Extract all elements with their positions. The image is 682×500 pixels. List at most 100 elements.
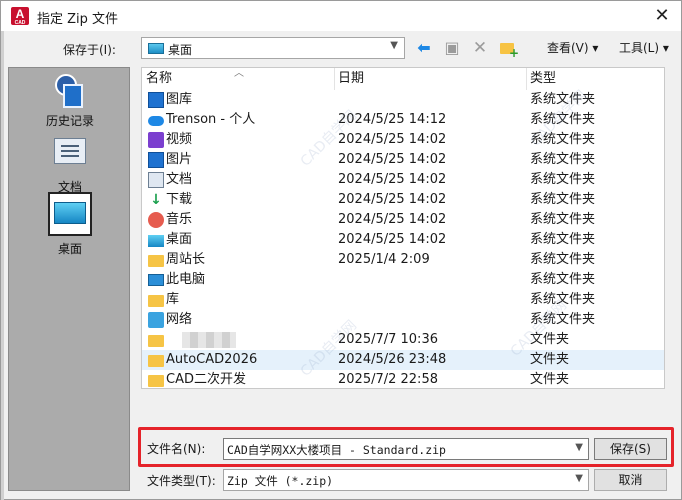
app-icon-sub: CAD: [14, 20, 26, 26]
desktop-icon: [54, 202, 86, 224]
computer-icon: [148, 274, 164, 286]
window-title: 指定 Zip 文件: [37, 12, 119, 27]
chevron-down-icon[interactable]: ▼: [575, 442, 583, 453]
filetype-select[interactable]: Zip 文件 (*.zip) ▼: [223, 469, 589, 491]
back-arrow-icon[interactable]: ⬅: [415, 39, 433, 57]
document-icon: [148, 172, 164, 188]
save-in-label: 保存于(I):: [63, 43, 116, 57]
new-folder-icon[interactable]: +: [499, 39, 520, 60]
item-name: 桌面: [166, 232, 193, 247]
redacted-name: [182, 332, 236, 348]
place-history[interactable]: 历史记录: [9, 74, 131, 129]
list-item[interactable]: ↓ 下载 2024/5/25 14:02 系统文件夹: [142, 190, 664, 210]
list-item[interactable]: 音乐 2024/5/25 14:02 系统文件夹: [142, 210, 664, 230]
list-item[interactable]: 文档 2024/5/25 14:02 系统文件夹: [142, 170, 664, 190]
list-item[interactable]: 图片 2024/5/25 14:02 系统文件夹: [142, 150, 664, 170]
gallery-icon: [148, 92, 164, 108]
folder-icon: [148, 255, 164, 267]
list-item[interactable]: 周站长 2025/1/4 2:09 系统文件夹: [142, 250, 664, 270]
item-date: 2024/5/25 14:02: [338, 172, 447, 187]
item-type: 系统文件夹: [530, 252, 596, 267]
list-item[interactable]: 此电脑 系统文件夹: [142, 270, 664, 290]
chevron-down-icon: ▾: [662, 41, 669, 55]
title-bar: A CAD 指定 Zip 文件 ✕: [1, 1, 681, 31]
item-type: 系统文件夹: [530, 232, 596, 247]
library-icon: [148, 295, 164, 307]
column-separator[interactable]: [526, 68, 527, 90]
place-desktop[interactable]: 桌面: [9, 192, 131, 257]
item-type: 系统文件夹: [530, 312, 596, 327]
item-type: 文件夹: [530, 332, 570, 347]
folder-icon: [148, 375, 164, 387]
item-type: 系统文件夹: [530, 112, 596, 127]
list-item[interactable]: 库 系统文件夹: [142, 290, 664, 310]
list-item[interactable]: Trenson - 个人 2024/5/25 14:12 系统文件夹: [142, 110, 664, 130]
list-item[interactable]: 网络 系统文件夹: [142, 310, 664, 330]
place-label: 历史记录: [45, 114, 94, 128]
item-date: 2025/1/4 2:09: [338, 252, 430, 267]
list-item[interactable]: 桌面 2024/5/25 14:02 系统文件夹: [142, 230, 664, 250]
column-header-type[interactable]: 类型: [530, 68, 556, 90]
filename-input[interactable]: CAD自学网XX大楼项目 - Standard.zip ▼: [223, 438, 589, 460]
item-date: 2024/5/25 14:12: [338, 112, 447, 127]
item-type: 系统文件夹: [530, 152, 596, 167]
place-label: 桌面: [57, 242, 82, 256]
item-type: 系统文件夹: [530, 172, 596, 187]
chevron-down-icon: ▾: [592, 41, 599, 55]
item-date: 2025/7/7 10:36: [338, 332, 438, 347]
pictures-icon: [148, 152, 164, 168]
views-menu[interactable]: 查看(V) ▾: [547, 39, 598, 56]
app-icon-letter: A: [15, 7, 25, 21]
item-name: 文档: [166, 172, 193, 187]
item-type: 系统文件夹: [530, 132, 596, 147]
places-bar: 历史记录 文档 桌面: [8, 67, 130, 491]
chevron-down-icon[interactable]: ▼: [575, 473, 583, 484]
item-name: 图片: [166, 152, 193, 167]
item-type: 系统文件夹: [530, 212, 596, 227]
list-item-selected[interactable]: AutoCAD2026 2024/5/26 23:48 文件夹: [142, 350, 664, 370]
filetype-value: Zip 文件 (*.zip): [227, 474, 334, 488]
music-icon: [148, 212, 164, 228]
tools-menu[interactable]: 工具(L) ▾: [619, 39, 669, 56]
item-date: 2024/5/26 23:48: [338, 352, 447, 367]
cancel-button[interactable]: 取消: [594, 469, 667, 491]
chevron-down-icon: ▼: [390, 40, 398, 51]
item-name: 视频: [166, 132, 193, 147]
list-item[interactable]: 2025/7/7 10:36 文件夹: [142, 330, 664, 350]
item-date: 2024/5/25 14:02: [338, 132, 447, 147]
file-list[interactable]: 名称 ︿ 日期 类型 图库 系统文件夹 Trenson - 个人 2024/5/…: [141, 67, 665, 389]
item-name: 周站长: [166, 252, 206, 267]
list-item[interactable]: 图库 系统文件夹: [142, 90, 664, 110]
plus-icon: +: [509, 46, 520, 60]
views-label: 查看(V): [547, 41, 589, 55]
close-icon[interactable]: ✕: [651, 5, 673, 27]
item-name: 图库: [166, 92, 193, 107]
item-name: 网络: [166, 312, 193, 327]
item-date: 2025/7/2 22:58: [338, 372, 438, 387]
item-name: 库: [166, 292, 180, 307]
item-name: CAD二次开发: [166, 372, 246, 387]
download-icon: ↓: [150, 192, 162, 208]
item-type: 系统文件夹: [530, 272, 596, 287]
item-date: 2024/5/25 14:02: [338, 152, 447, 167]
item-name: 此电脑: [166, 272, 206, 287]
item-type: 系统文件夹: [530, 192, 596, 207]
column-separator[interactable]: [334, 68, 335, 90]
item-name: Trenson - 个人: [166, 112, 256, 127]
folder-icon: [148, 335, 164, 347]
column-header-date[interactable]: 日期: [338, 68, 364, 90]
item-type: 文件夹: [530, 352, 570, 367]
delete-icon[interactable]: ✕: [471, 39, 489, 57]
up-folder-icon[interactable]: ▣: [443, 39, 461, 57]
documents-icon: [54, 138, 86, 164]
list-item[interactable]: 视频 2024/5/25 14:02 系统文件夹: [142, 130, 664, 150]
list-item[interactable]: CAD二次开发 2025/7/2 22:58 文件夹: [142, 370, 664, 388]
doc-shape: [63, 84, 83, 108]
item-date: 2024/5/25 14:02: [338, 232, 447, 247]
cloud-icon: [148, 116, 164, 126]
save-in-dropdown[interactable]: 桌面 ▼: [141, 37, 405, 59]
item-date: 2024/5/25 14:02: [338, 212, 447, 227]
place-documents[interactable]: 文档: [9, 138, 131, 195]
save-button[interactable]: 保存(S): [594, 438, 667, 460]
column-header-name[interactable]: 名称: [146, 68, 172, 90]
